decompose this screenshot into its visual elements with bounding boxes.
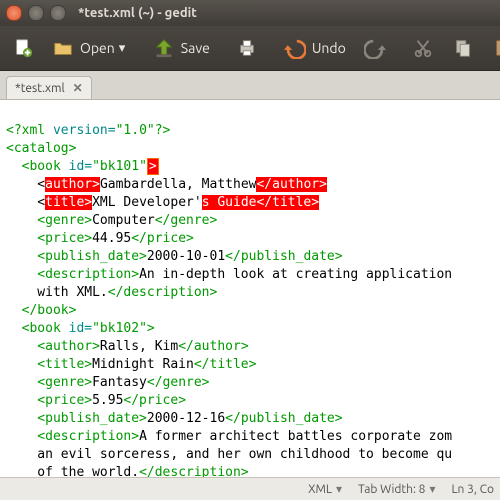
folder-open-icon <box>52 37 74 59</box>
save-button[interactable]: Save <box>145 33 218 63</box>
new-file-button[interactable] <box>4 33 42 63</box>
search-current-match: > <box>147 158 159 175</box>
search-match: Guide</title> <box>210 195 320 210</box>
print-button[interactable] <box>228 33 266 63</box>
tab-bar: *test.xml ✕ <box>0 71 500 100</box>
undo-button[interactable]: Undo <box>276 33 354 63</box>
window-minimize-button[interactable] <box>28 5 44 21</box>
open-button[interactable]: Open ▾ <box>44 33 135 63</box>
code-editor[interactable]: <?xml version="1.0"?> <catalog> <book id… <box>0 100 500 488</box>
scissors-icon <box>412 37 434 59</box>
cut-button[interactable] <box>404 33 442 63</box>
new-file-icon <box>12 37 34 59</box>
paste-icon <box>492 37 500 59</box>
chevron-down-icon: ▾ <box>336 482 344 496</box>
redo-button[interactable] <box>356 33 394 63</box>
save-icon <box>153 37 175 59</box>
tab-close-icon[interactable]: ✕ <box>73 81 83 95</box>
toolbar: Open ▾ Save Undo <box>0 26 500 71</box>
open-label: Open <box>80 40 115 56</box>
copy-icon <box>452 37 474 59</box>
chevron-down-icon: ▾ <box>429 482 437 496</box>
cursor-position: Ln 3, Co <box>451 483 494 496</box>
chevron-down-icon: ▾ <box>119 41 127 56</box>
window-close-button[interactable] <box>6 5 22 21</box>
search-match: author> <box>45 177 100 192</box>
language-selector[interactable]: XML▾ <box>308 482 344 496</box>
window-titlebar: *test.xml (~) - gedit <box>0 0 500 26</box>
file-tab[interactable]: *test.xml ✕ <box>6 76 92 99</box>
paste-button[interactable] <box>484 33 500 63</box>
search-match: s <box>202 195 210 210</box>
search-match: title> <box>45 195 92 210</box>
search-match: </author> <box>256 177 326 192</box>
window-maximize-button[interactable] <box>50 5 66 21</box>
copy-button[interactable] <box>444 33 482 63</box>
tab-label: *test.xml <box>15 82 65 95</box>
save-label: Save <box>181 40 210 56</box>
print-icon <box>236 37 258 59</box>
undo-arrow-icon <box>284 37 306 59</box>
window-title: *test.xml (~) - gedit <box>78 6 197 20</box>
tab-width-selector[interactable]: Tab Width: 8▾ <box>358 482 437 496</box>
status-bar: XML▾ Tab Width: 8▾ Ln 3, Co <box>0 477 500 500</box>
redo-arrow-icon <box>364 37 386 59</box>
undo-label: Undo <box>312 40 346 56</box>
